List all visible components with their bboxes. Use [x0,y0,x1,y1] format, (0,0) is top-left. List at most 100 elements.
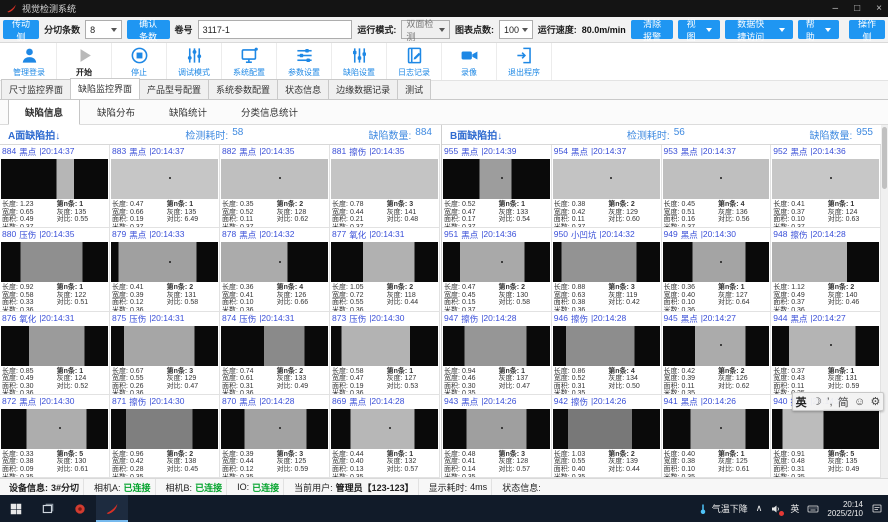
defect-cell[interactable]: 877 氧化 |20:14:31 长度:1.05 宽度:0.72 面积:0.55… [330,228,440,311]
start-button[interactable]: 开始 [57,43,112,80]
defect-thumbnail[interactable] [443,326,550,366]
taskbar-app-camera[interactable] [64,495,96,522]
clear-alarm-button[interactable]: 清除报警 [631,20,674,39]
defect-cell[interactable]: 946 擦伤 |20:14:28 长度:0.86 宽度:0.52 面积:0.31… [552,312,662,395]
defect-thumbnail[interactable] [553,409,660,449]
ime-toolbar-item[interactable]: ’, [827,396,833,408]
system-config-button[interactable]: 系统配置 [222,43,277,80]
defect-cell[interactable]: 870 黑点 |20:14:28 长度:0.39 宽度:0.44 面积:0.12… [220,395,330,478]
defect-cell[interactable]: 880 压伤 |20:14:35 长度:0.92 宽度:0.58 面积:0.33… [0,228,110,311]
parameter-settings-button[interactable]: 参数设置 [277,43,332,80]
defect-thumbnail[interactable] [443,159,550,199]
sub-tab[interactable]: 缺陷信息 [8,99,80,125]
defect-cell[interactable]: 873 压伤 |20:14:30 长度:0.58 宽度:0.47 面积:0.19… [330,312,440,395]
taskbar-app-vision-system[interactable] [96,495,128,522]
defect-thumbnail[interactable] [772,159,879,199]
defect-thumbnail[interactable] [111,242,218,282]
defect-cell[interactable]: 881 擦伤 |20:14:35 长度:0.78 宽度:0.44 面积:0.21… [330,145,440,228]
record-video-button[interactable]: 录像 [442,43,497,80]
main-tab[interactable]: 尺寸监控界面 [1,79,71,99]
defect-cell[interactable]: 884 黑点 |20:14:37 长度:1.23 宽度:0.65 面积:0.49… [0,145,110,228]
view-menu-button[interactable]: 视图 [678,20,719,39]
defect-thumbnail[interactable] [663,326,770,366]
ime-toolbar-item[interactable]: ☺ [854,396,865,408]
ime-toolbar-item[interactable]: 简 [838,394,849,410]
sub-tab[interactable]: 缺陷分布 [80,99,152,125]
defect-thumbnail[interactable] [331,409,438,449]
main-tab[interactable]: 产品型号配置 [139,79,209,99]
defect-thumbnail[interactable] [772,326,879,366]
exit-program-button[interactable]: 退出程序 [497,43,552,80]
defect-cell[interactable]: 948 擦伤 |20:14:28 长度:1.12 宽度:0.49 面积:0.37… [771,228,881,311]
defect-cell[interactable]: 943 黑点 |20:14:26 长度:0.48 宽度:0.41 面积:0.14… [442,395,552,478]
defect-thumbnail[interactable] [553,326,660,366]
defect-thumbnail[interactable] [221,159,328,199]
scrollbar-thumb[interactable] [882,127,887,189]
defect-thumbnail[interactable] [331,242,438,282]
tray-expand-chevron[interactable]: ∧ [756,503,763,514]
defect-cell[interactable]: 954 黑点 |20:14:37 长度:0.38 宽度:0.42 面积:0.11… [552,145,662,228]
defect-thumbnail[interactable] [221,326,328,366]
defect-cell[interactable]: 869 黑点 |20:14:28 长度:0.44 宽度:0.40 面积:0.13… [330,395,440,478]
defect-cell[interactable]: 882 黑点 |20:14:35 长度:0.35 宽度:0.52 面积:0.11… [220,145,330,228]
ime-toolbar-item[interactable]: ☽ [812,395,822,408]
main-tab[interactable]: 状态信息 [277,79,329,99]
defect-cell[interactable]: 875 压伤 |20:14:31 长度:0.67 宽度:0.55 面积:0.26… [110,312,220,395]
defect-cell[interactable]: 951 黑点 |20:14:36 长度:0.47 宽度:0.45 面积:0.15… [442,228,552,311]
defect-thumbnail[interactable] [1,409,108,449]
help-menu-button[interactable]: 帮助 [798,20,839,39]
roll-number-input[interactable] [198,20,353,39]
defect-thumbnail[interactable] [331,326,438,366]
defect-settings-button[interactable]: 缺陷设置 [332,43,387,80]
maximize-button[interactable]: □ [854,3,860,14]
defect-thumbnail[interactable] [443,409,550,449]
defect-cell[interactable]: 879 黑点 |20:14:33 长度:0.41 宽度:0.39 面积:0.12… [110,228,220,311]
admin-login-button[interactable]: 管理登录 [2,43,57,80]
defect-thumbnail[interactable] [1,159,108,199]
chart-points-select[interactable]: 100 [499,20,533,39]
defect-thumbnail[interactable] [663,159,770,199]
task-view-button[interactable] [32,495,64,522]
defect-thumbnail[interactable] [221,409,328,449]
minimize-button[interactable]: – [833,3,839,14]
defect-thumbnail[interactable] [663,409,770,449]
defect-thumbnail[interactable] [772,409,879,449]
defect-cell[interactable]: 883 黑点 |20:14:37 长度:0.47 宽度:0.66 面积:0.19… [110,145,220,228]
close-button[interactable]: × [876,3,882,14]
confirm-count-button[interactable]: 确认条数 [127,20,170,39]
scrollbar[interactable] [881,125,888,478]
defect-thumbnail[interactable] [553,242,660,282]
defect-thumbnail[interactable] [553,159,660,199]
defect-thumbnail[interactable] [221,242,328,282]
defect-cell[interactable]: 944 黑点 |20:14:27 长度:0.37 宽度:0.43 面积:0.11… [771,312,881,395]
defect-cell[interactable]: 949 黑点 |20:14:30 长度:0.36 宽度:0.40 面积:0.10… [662,228,772,311]
operator-side-button[interactable]: 操作侧 [849,20,885,39]
keyboard-icon[interactable] [807,503,819,515]
defect-cell[interactable]: 945 黑点 |20:14:27 长度:0.42 宽度:0.39 面积:0.11… [662,312,772,395]
ime-toolbar-item[interactable]: 英 [796,394,807,410]
taskbar-clock[interactable]: 20:14 2025/2/10 [827,500,863,518]
volume-button[interactable] [770,503,782,515]
defect-thumbnail[interactable] [1,242,108,282]
defect-thumbnail[interactable] [331,159,438,199]
defect-cell[interactable]: 876 氧化 |20:14:31 长度:0.85 宽度:0.49 面积:0.30… [0,312,110,395]
defect-thumbnail[interactable] [443,242,550,282]
sub-tab[interactable]: 分类信息统计 [224,99,315,125]
defect-cell[interactable]: 941 黑点 |20:14:26 长度:0.40 宽度:0.38 面积:0.10… [662,395,772,478]
defect-cell[interactable]: 955 黑点 |20:14:39 长度:0.52 宽度:0.47 面积:0.17… [442,145,552,228]
main-tab[interactable]: 系统参数配置 [208,79,278,99]
defect-cell[interactable]: 952 黑点 |20:14:36 长度:0.41 宽度:0.37 面积:0.10… [771,145,881,228]
defect-cell[interactable]: 942 擦伤 |20:14:26 长度:1.03 宽度:0.55 面积:0.40… [552,395,662,478]
main-tab[interactable]: 缺陷监控界面 [70,78,140,99]
ime-language-indicator[interactable]: 英 [790,502,799,515]
slit-count-select[interactable]: 8 [85,20,122,39]
defect-cell[interactable]: 872 黑点 |20:14:30 长度:0.33 宽度:0.38 面积:0.09… [0,395,110,478]
defect-thumbnail[interactable] [1,326,108,366]
start-button[interactable] [0,495,32,522]
run-mode-select[interactable]: 双面检测 [401,20,450,39]
defect-thumbnail[interactable] [111,326,218,366]
defect-cell[interactable]: 947 擦伤 |20:14:28 长度:0.94 宽度:0.46 面积:0.30… [442,312,552,395]
sub-tab[interactable]: 缺陷统计 [152,99,224,125]
defect-thumbnail[interactable] [663,242,770,282]
debug-mode-button[interactable]: 调试模式 [167,43,222,80]
